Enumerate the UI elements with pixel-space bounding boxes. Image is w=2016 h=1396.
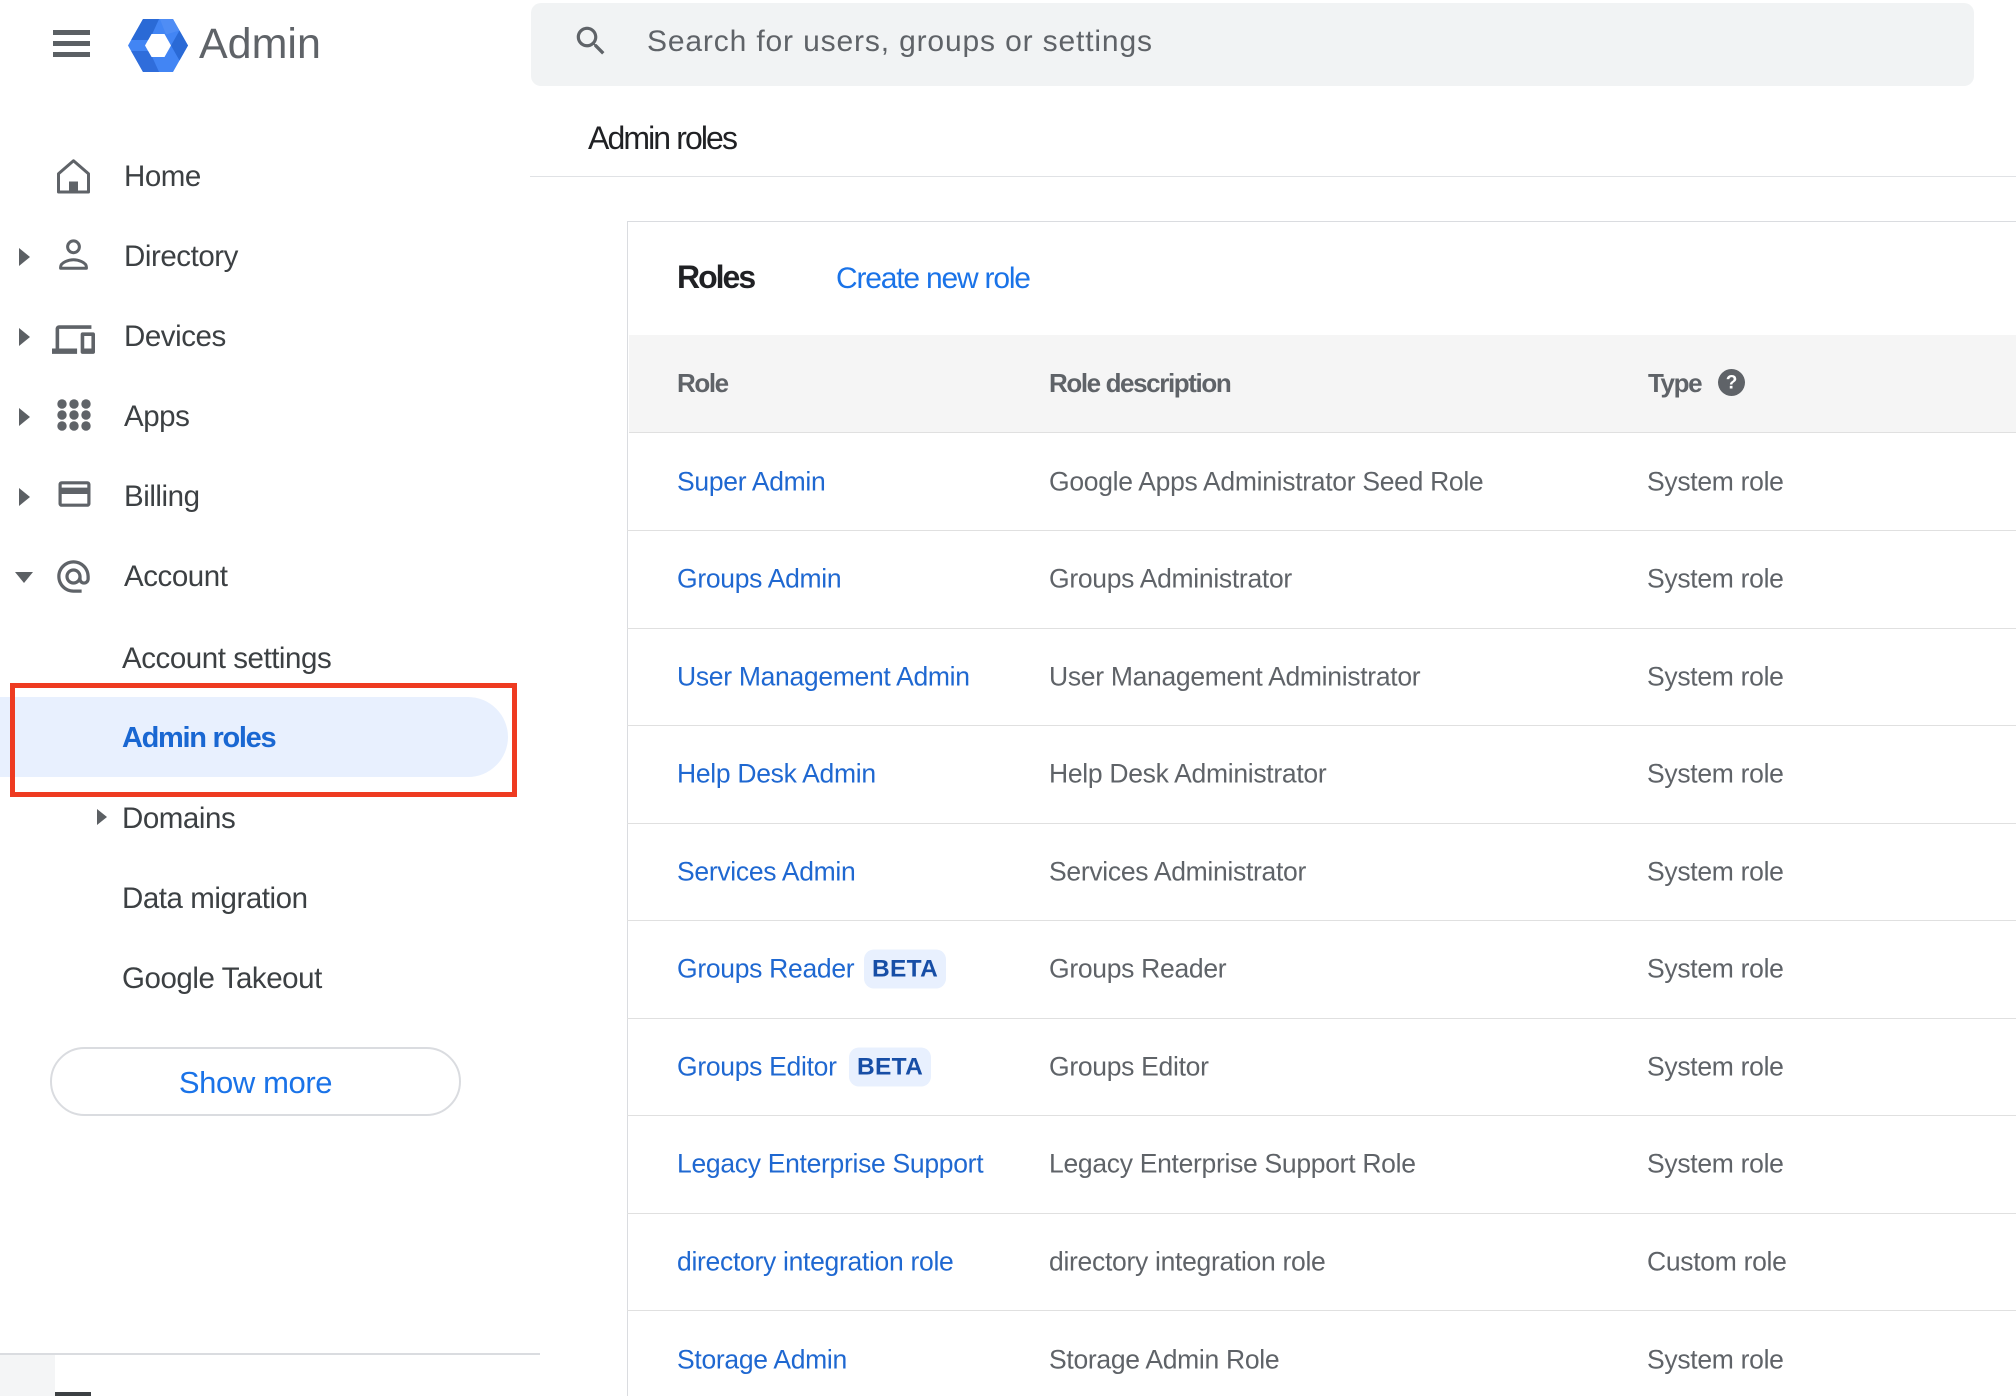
svg-text:?: ?	[1726, 373, 1738, 394]
